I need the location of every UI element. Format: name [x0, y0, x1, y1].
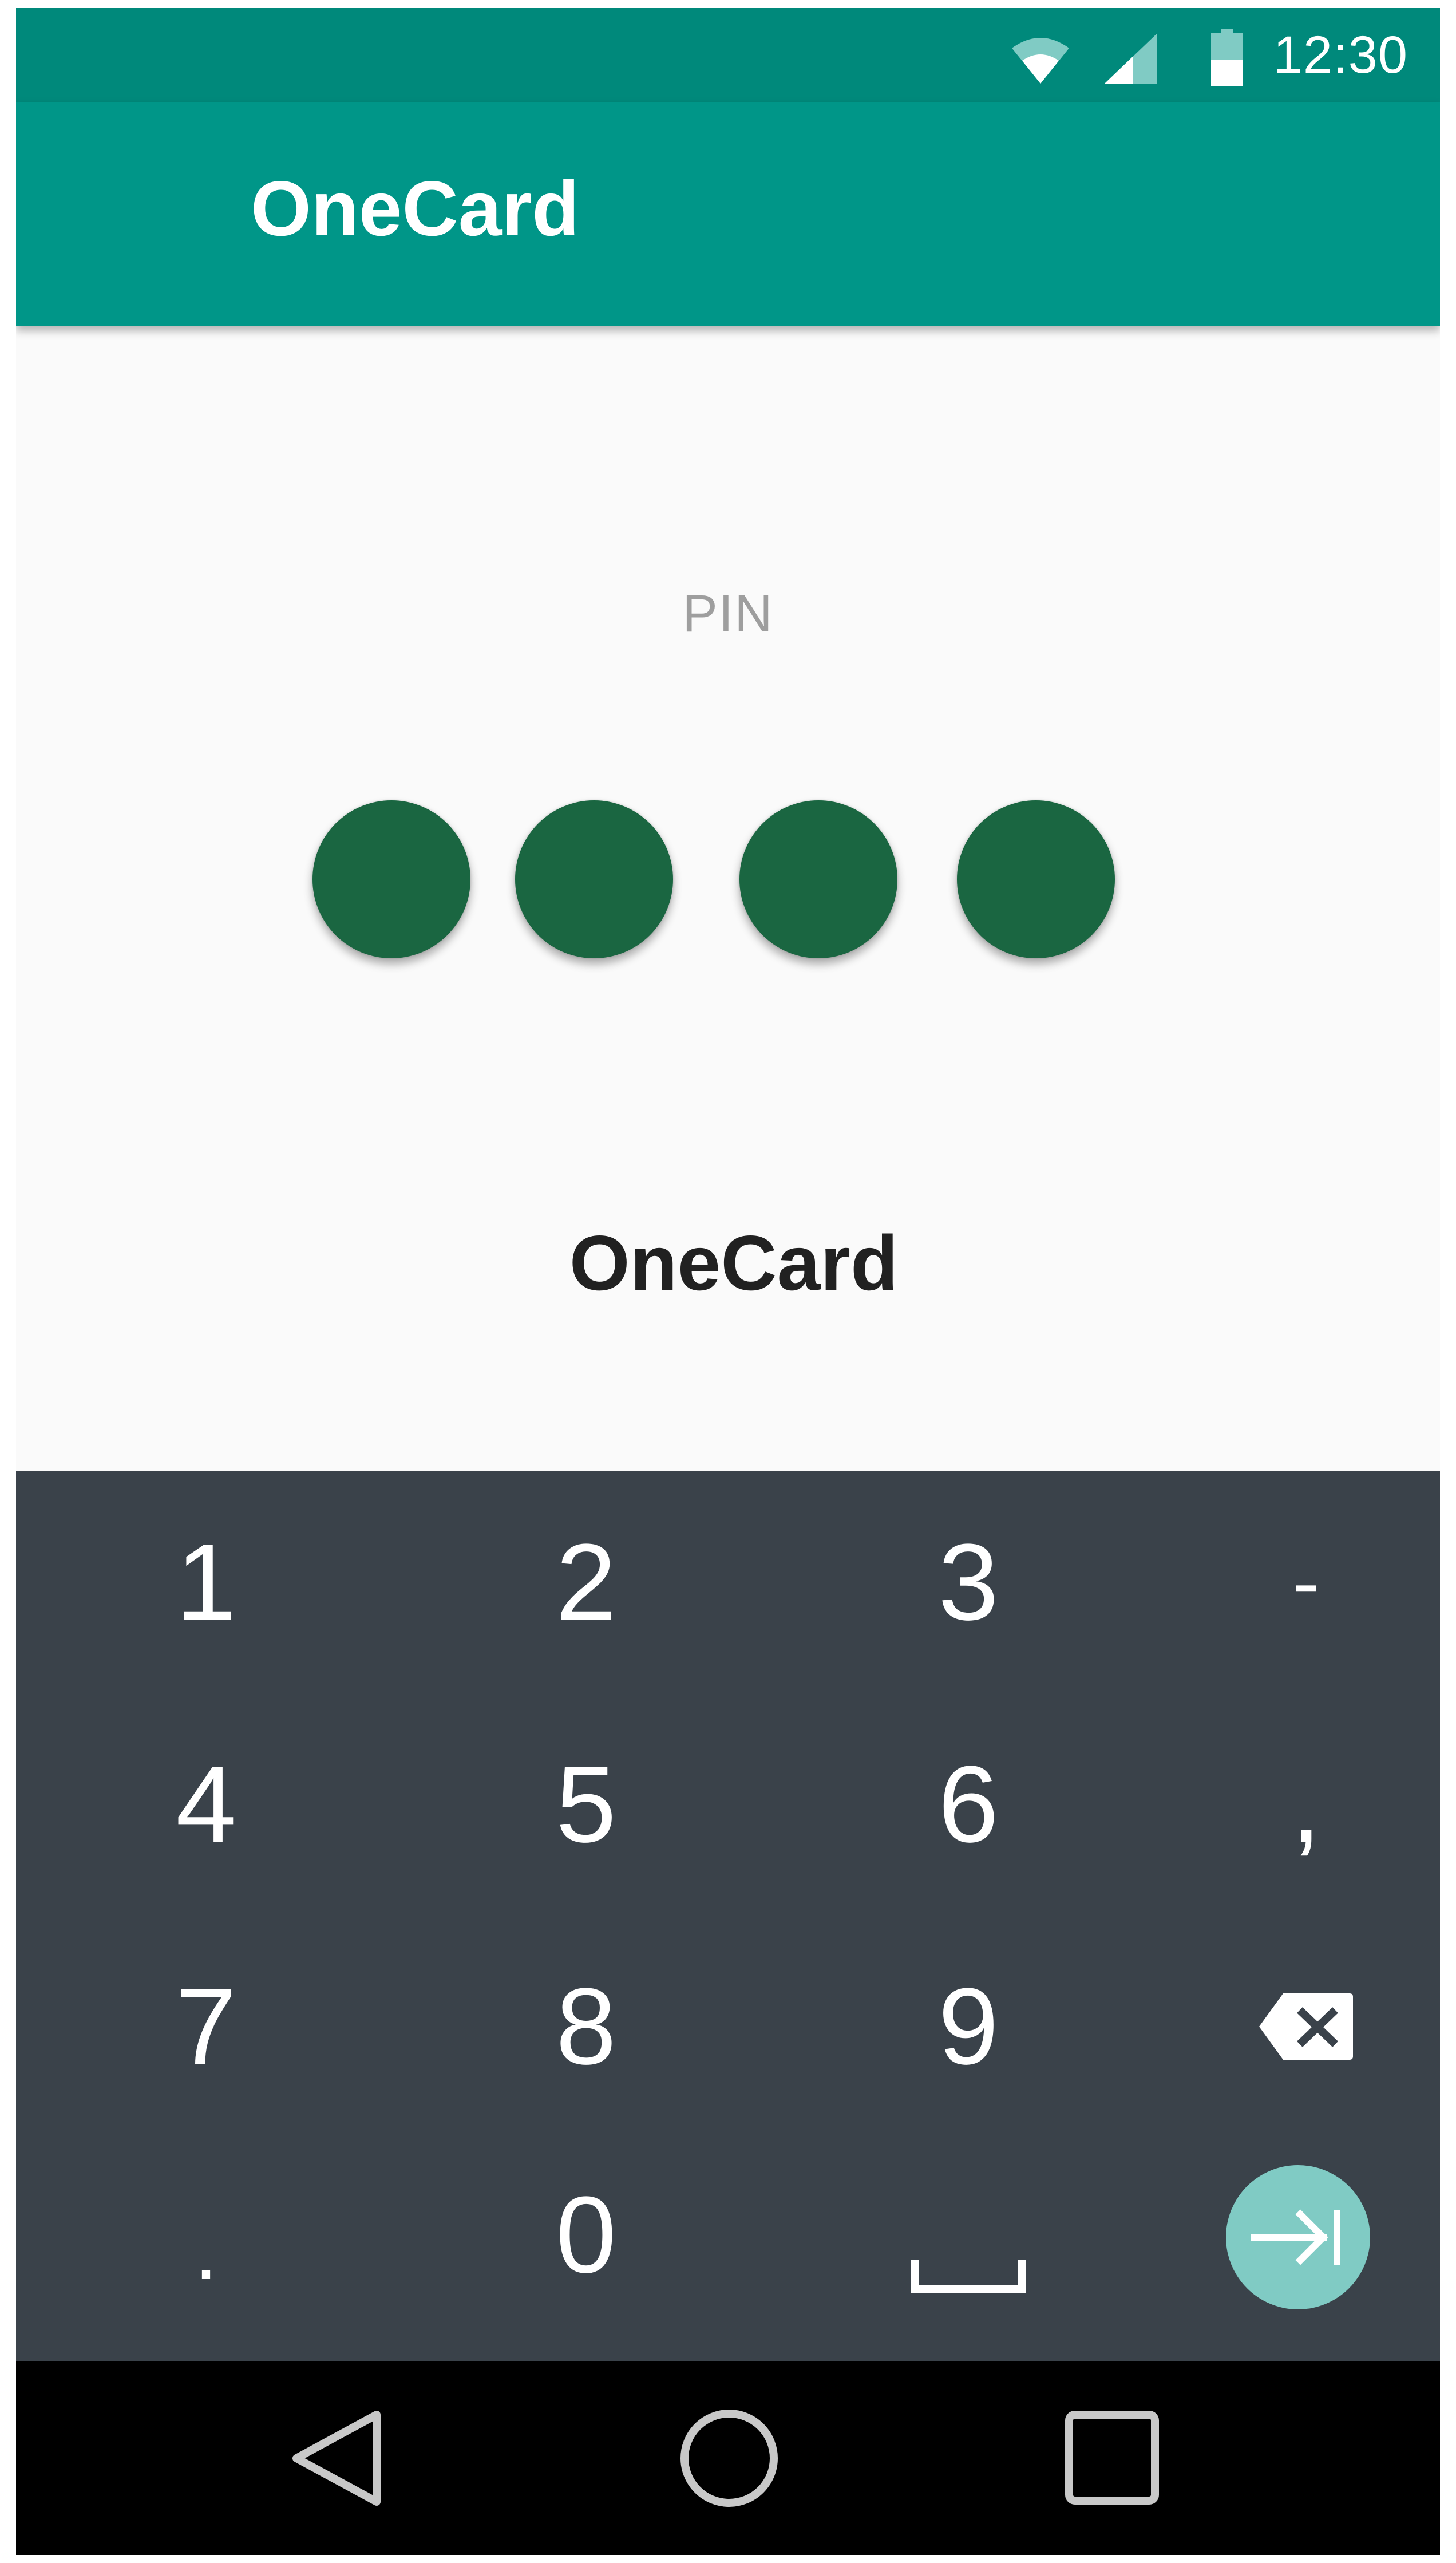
key-comma[interactable]: ,	[1146, 1693, 1440, 1916]
key-3[interactable]: 3	[808, 1471, 1129, 1693]
space-icon	[911, 2260, 1026, 2293]
key-2[interactable]: 2	[426, 1471, 746, 1693]
status-time: 12:30	[1273, 26, 1408, 84]
key-label: 8	[556, 1966, 616, 2087]
key-label: 6	[938, 1744, 999, 1865]
recents-icon[interactable]	[1052, 2407, 1166, 2510]
pin-dot-4	[957, 800, 1115, 958]
key-label: 9	[938, 1966, 999, 2087]
app-title: OneCard	[251, 165, 580, 252]
pin-dot-2	[515, 800, 673, 958]
key-label: .	[194, 2201, 218, 2297]
back-icon[interactable]	[285, 2407, 399, 2510]
key-label: ,	[1291, 1744, 1322, 1865]
battery-icon	[1211, 29, 1243, 86]
pin-entry-area: PIN OneCard	[16, 326, 1440, 1471]
key-4[interactable]: 4	[46, 1693, 366, 1916]
navigation-bar	[16, 2361, 1440, 2555]
enter-icon	[1251, 2209, 1340, 2265]
cell-signal-icon	[1105, 33, 1157, 84]
status-bar: 12:30	[16, 8, 1440, 102]
key-period[interactable]: .	[46, 2138, 366, 2361]
card-name: OneCard	[569, 1219, 899, 1306]
enter-button[interactable]	[1226, 2165, 1370, 2309]
key-label: 2	[556, 1522, 616, 1643]
pin-label: PIN	[682, 585, 774, 643]
key-label: 5	[556, 1744, 616, 1865]
key-label: 4	[176, 1744, 236, 1865]
key-1[interactable]: 1	[46, 1471, 366, 1693]
backspace-key[interactable]	[1146, 1916, 1440, 2138]
key-5[interactable]: 5	[426, 1693, 746, 1916]
home-icon[interactable]	[672, 2407, 786, 2510]
key-0[interactable]: 0	[426, 2124, 746, 2346]
key-7[interactable]: 7	[46, 1916, 366, 2138]
app-bar: OneCard	[16, 102, 1440, 326]
key-label: -	[1292, 1537, 1320, 1627]
key-8[interactable]: 8	[426, 1916, 746, 2138]
numeric-keyboard: 1 2 3 - 4 5 6 , 7 8 9 . 0	[16, 1471, 1440, 2361]
key-label: 1	[176, 1522, 236, 1643]
key-9[interactable]: 9	[808, 1916, 1129, 2138]
pin-dot-1	[312, 800, 470, 958]
wifi-icon	[1012, 38, 1069, 84]
pin-dot-3	[739, 800, 897, 958]
key-label: 0	[556, 2174, 616, 2296]
key-dash[interactable]: -	[1146, 1471, 1440, 1693]
phone-screen: 12:30 OneCard PIN OneCard 1 2 3 - 4 5 6 …	[16, 8, 1440, 2555]
key-label: 3	[938, 1522, 999, 1643]
space-key[interactable]	[808, 2165, 1129, 2387]
key-label: 7	[176, 1966, 236, 2087]
backspace-icon	[1259, 1993, 1353, 2060]
key-6[interactable]: 6	[808, 1693, 1129, 1916]
